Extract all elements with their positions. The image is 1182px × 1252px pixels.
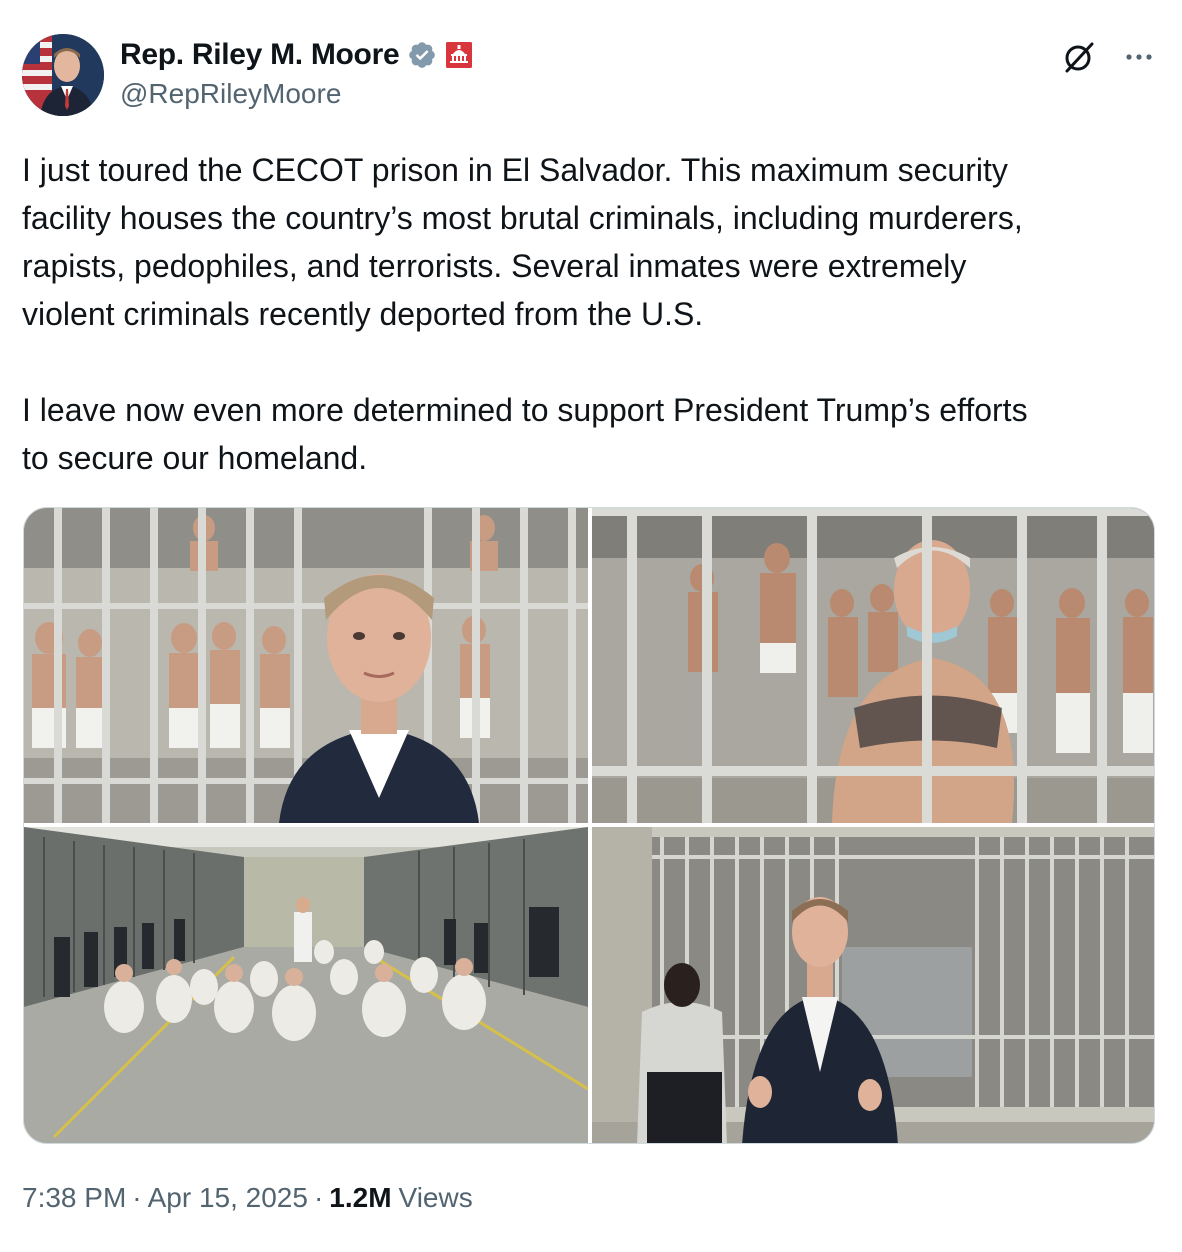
tweet-metadata: 7:38 PM · Apr 15, 2025 · 1.2M Views — [22, 1182, 473, 1214]
tattooed-inmates-photo — [592, 508, 1154, 823]
photo-2[interactable] — [592, 508, 1154, 823]
thumbs-up-photo — [592, 827, 1154, 1143]
photo-4[interactable] — [592, 827, 1154, 1143]
avatar[interactable] — [22, 34, 104, 116]
name-row: Rep. Riley M. Moore — [120, 38, 474, 72]
timestamp-time[interactable]: 7:38 PM — [22, 1182, 126, 1214]
tweet-text: I just toured the CECOT prison in El Sal… — [22, 152, 1028, 476]
meta-separator: · — [132, 1182, 142, 1213]
views-count: 1.2M — [329, 1182, 392, 1213]
views-label: Views — [398, 1182, 473, 1213]
media-grid — [23, 507, 1155, 1144]
avatar-image — [22, 34, 104, 116]
more-options-icon[interactable] — [1122, 40, 1156, 74]
photo-3[interactable] — [24, 827, 588, 1143]
timestamp-date[interactable]: Apr 15, 2025 — [148, 1182, 308, 1214]
meta-separator: · — [313, 1182, 324, 1213]
tweet-header: Rep. Riley M. Moore @RepRileyMoore — [22, 34, 1162, 116]
display-name[interactable]: Rep. Riley M. Moore — [120, 38, 400, 72]
prison-hall-photo — [24, 827, 588, 1143]
verified-badge-icon[interactable] — [407, 40, 437, 70]
prison-selfie-photo — [24, 508, 588, 823]
grok-icon[interactable] — [1062, 40, 1096, 74]
handle[interactable]: @RepRileyMoore — [120, 78, 341, 110]
us-capitol-badge-icon[interactable] — [445, 41, 474, 69]
photo-1[interactable] — [24, 508, 588, 823]
